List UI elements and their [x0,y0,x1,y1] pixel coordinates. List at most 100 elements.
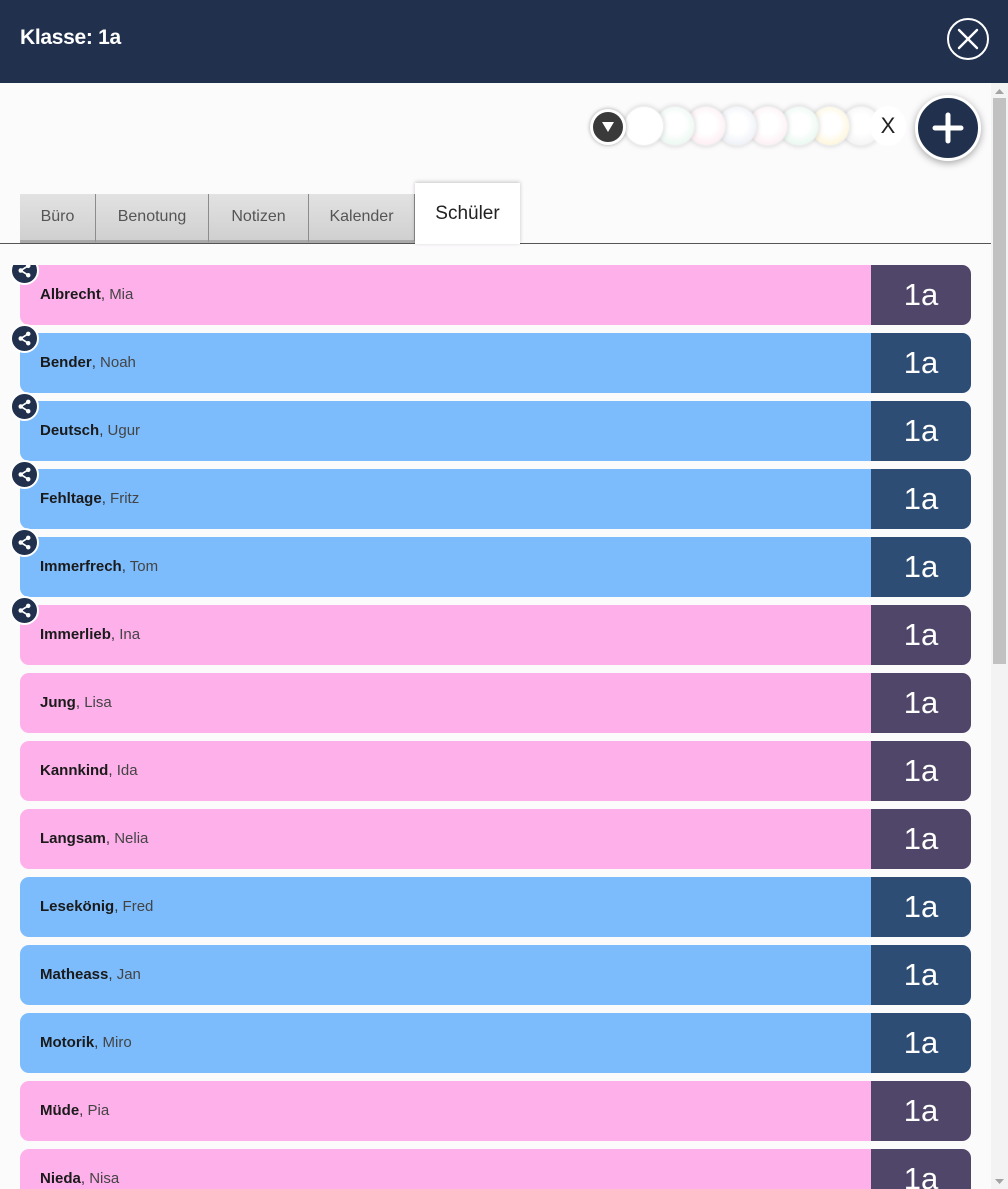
name-separator: , [91,354,101,371]
scrollbar-thumb[interactable] [993,98,1006,664]
student-first-name: Fritz [110,490,140,507]
student-first-name: Lisa [84,694,112,711]
name-separator: , [108,966,117,983]
student-class-badge: 1a [871,877,971,937]
student-last-name: Müde [40,1102,80,1119]
student-class-badge: 1a [871,537,971,597]
student-last-name: Fehltage [40,490,102,507]
name-separator: , [110,626,120,643]
student-row[interactable]: Matheass, Jan 1a [20,945,971,1005]
student-row[interactable]: Müde, Pia 1a [20,1081,971,1141]
student-class-badge: 1a [871,673,971,733]
share-button[interactable] [10,596,39,625]
student-first-name: Tom [129,558,159,575]
add-student-button[interactable] [915,95,981,161]
student-name: Immerlieb, Ina [40,605,140,665]
close-icon [957,28,979,50]
student-name: Langsam, Nelia [40,809,148,869]
student-last-name: Jung [40,694,76,711]
student-row[interactable]: Jung, Lisa 1a [20,673,971,733]
student-row[interactable]: Motorik, Miro 1a [20,1013,971,1073]
student-first-name: Ina [119,626,141,643]
student-row[interactable]: Langsam, Nelia 1a [20,809,971,869]
student-row[interactable]: Immerfrech, Tom 1a [20,537,971,597]
student-last-name: Immerlieb [40,626,111,643]
student-name: Deutsch, Ugur [40,401,140,461]
student-name: Motorik, Miro [40,1013,132,1073]
student-name: Nieda, Nisa [40,1149,119,1189]
name-separator: , [94,1034,103,1051]
filter-dropdown-toggle[interactable] [590,109,626,145]
student-class-badge: 1a [871,1081,971,1141]
tab-kalender[interactable]: Kalender [309,194,415,243]
student-row[interactable]: Kannkind, Ida 1a [20,741,971,801]
student-last-name: Matheass [40,966,109,983]
student-row[interactable]: Lesekönig, Fred 1a [20,877,971,937]
name-separator: , [75,694,85,711]
student-class-badge: 1a [871,1013,971,1073]
color-filter-bar: X [586,103,910,149]
student-class-badge: 1a [871,1149,971,1189]
student-name: Jung, Lisa [40,673,112,733]
student-name: Immerfrech, Tom [40,537,158,597]
student-first-name: Pia [87,1102,110,1119]
color-filter-dot[interactable] [624,106,664,146]
student-last-name: Motorik [40,1034,95,1051]
student-row[interactable]: Immerlieb, Ina 1a [20,605,971,665]
header-bar: Klasse: 1a [0,0,1008,83]
name-separator: , [114,898,123,915]
student-row[interactable]: Albrecht, Mia 1a [20,265,971,325]
student-last-name: Bender [40,354,92,371]
student-first-name: Miro [102,1034,132,1051]
student-name: Fehltage, Fritz [40,469,139,529]
name-separator: , [80,1170,90,1187]
student-list: Albrecht, Mia 1a Bender, Noah 1a Deutsch, Ug… [0,265,991,1189]
tab-notizen[interactable]: Notizen [209,194,309,243]
name-separator: , [100,286,110,303]
student-class-badge: 1a [871,741,971,801]
scroll-up-arrow-icon[interactable] [994,86,1005,98]
student-name: Müde, Pia [40,1081,109,1141]
student-row[interactable]: Fehltage, Fritz 1a [20,469,971,529]
share-button[interactable] [10,324,39,353]
student-class-badge: 1a [871,605,971,665]
student-last-name: Lesekönig [40,898,115,915]
tab-benotung[interactable]: Benotung [96,194,209,243]
share-icon [18,603,31,618]
student-row[interactable]: Deutsch, Ugur 1a [20,401,971,461]
name-separator: , [108,762,117,779]
student-name: Lesekönig, Fred [40,877,153,937]
share-icon [18,399,31,414]
student-first-name: Ugur [107,422,141,439]
share-button[interactable] [10,528,39,557]
student-last-name: Kannkind [40,762,109,779]
student-class-badge: 1a [871,469,971,529]
student-row[interactable]: Bender, Noah 1a [20,333,971,393]
share-icon [18,467,31,482]
tab-buero[interactable]: Büro [20,194,96,243]
name-separator: , [99,422,108,439]
tab-bar: Büro Benotung Notizen Kalender Schüler [20,183,580,245]
share-button[interactable] [10,460,39,489]
student-class-badge: 1a [871,333,971,393]
student-first-name: Nelia [114,830,149,847]
student-last-name: Langsam [40,830,106,847]
clear-filter-button[interactable]: X [870,106,906,146]
share-icon [18,535,31,550]
student-row[interactable]: Nieda, Nisa 1a [20,1149,971,1189]
share-icon [18,331,31,346]
student-name: Bender, Noah [40,333,136,393]
student-class-badge: 1a [871,401,971,461]
student-name: Kannkind, Ida [40,741,138,801]
student-name: Matheass, Jan [40,945,141,1005]
student-first-name: Jan [116,966,141,983]
scroll-down-arrow-icon[interactable] [994,1175,1005,1187]
name-separator: , [121,558,130,575]
share-button[interactable] [10,392,39,421]
close-button[interactable] [947,18,989,60]
student-first-name: Mia [109,286,134,303]
student-first-name: Nisa [89,1170,120,1187]
tab-schueler[interactable]: Schüler [415,183,520,244]
student-last-name: Immerfrech [40,558,122,575]
triangle-down-icon [602,122,614,132]
